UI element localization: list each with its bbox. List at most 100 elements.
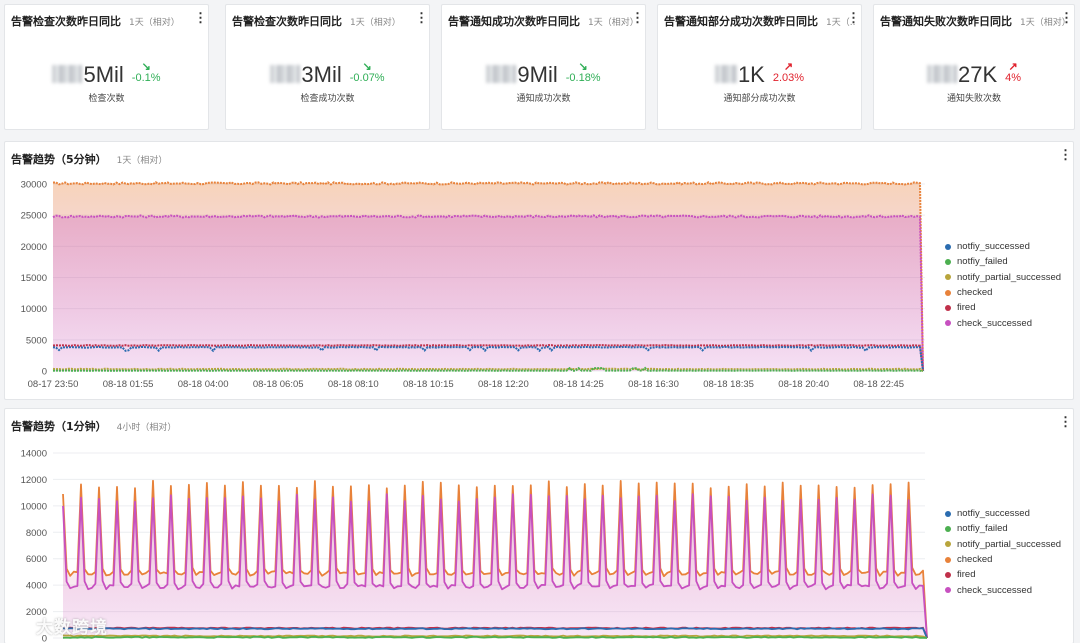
x-tick-label: 08-18 10:15 xyxy=(403,379,454,390)
legend-item-notfiy_failed[interactable]: notfiy_failed xyxy=(945,521,1061,536)
x-tick-label: 08-18 06:05 xyxy=(253,379,304,390)
alert-trend-1min-panel: 告警趋势（1分钟） 4小时（相对） ⋮ 0 2000 4000 6000 8000 1000… xyxy=(4,408,1074,643)
card-header: 告警检查次数昨日同比 1天（相对） xyxy=(11,12,202,30)
legend-item-fired[interactable]: fired xyxy=(945,300,1061,315)
x-tick-label: 08-18 14:25 xyxy=(553,379,604,390)
stat-card-notify-failed: 告警通知失败次数昨日同比 1天（相对） ⋮ 27K ↗ 4% 通知失败次数 xyxy=(873,4,1075,130)
y-tick-label: 15000 xyxy=(21,273,47,284)
card-header: 告警通知部分成功次数昨日同比1天（... xyxy=(664,12,855,30)
legend-label: checked xyxy=(957,287,993,299)
stat-label: 检查次数 xyxy=(88,94,125,104)
redacted-digits xyxy=(714,65,737,83)
redacted-digits xyxy=(270,65,301,83)
card-range: 1天（相对） xyxy=(350,18,401,28)
y-tick-label: 5000 xyxy=(26,335,47,346)
legend-item-notify_partial_successed[interactable]: notify_partial_successed xyxy=(945,270,1061,285)
watermark-text: 大数跨境 xyxy=(36,617,108,638)
stat-value: 9Mil xyxy=(486,61,558,89)
legend-label: notfiy_successed xyxy=(957,241,1030,253)
legend-item-check_successed[interactable]: check_successed xyxy=(945,315,1061,330)
legend-label: notfiy_successed xyxy=(957,508,1030,520)
stat-label: 检查成功次数 xyxy=(300,94,355,104)
legend-label: notfiy_failed xyxy=(957,256,1008,268)
y-tick-label: 4000 xyxy=(26,581,47,592)
alert-trend-5min-panel: 告警趋势（5分钟） 1天（相对） ⋮ 0 5000 10000 15000 20000 25… xyxy=(4,141,1074,400)
y-tick-label: 12000 xyxy=(21,475,47,486)
stat-value: 3Mil xyxy=(270,61,342,89)
legend-label: fired xyxy=(957,302,976,314)
x-tick-label: 08-17 23:50 xyxy=(28,379,79,390)
legend-label: check_successed xyxy=(957,584,1032,596)
card-header: 告警通知失败次数昨日同比 1天（相对） xyxy=(880,12,1068,30)
legend-marker xyxy=(945,571,951,578)
legend-item-checked[interactable]: checked xyxy=(945,552,1061,567)
legend-marker xyxy=(945,541,951,548)
stat-value: 27K xyxy=(926,61,997,89)
x-tick-label: 08-18 08:10 xyxy=(328,379,379,390)
legend-marker xyxy=(945,320,951,327)
x-tick-label: 08-18 01:55 xyxy=(103,379,154,390)
redacted-digits xyxy=(52,65,83,83)
card-header: 告警通知成功次数昨日同比 1天（相对） xyxy=(448,12,639,30)
legend-item-fired[interactable]: fired xyxy=(945,567,1061,582)
legend-item-checked[interactable]: checked xyxy=(945,285,1061,300)
legend-label: checked xyxy=(957,554,993,566)
legend-label: notify_partial_successed xyxy=(957,538,1062,550)
x-tick-label: 08-18 12:20 xyxy=(478,379,529,390)
y-tick-label: 10000 xyxy=(21,304,47,315)
legend-marker xyxy=(945,289,951,296)
legend-item-notfiy_successed[interactable]: notfiy_successed xyxy=(945,239,1061,254)
x-tick-label: 08-18 18:35 xyxy=(703,379,754,390)
more-options-icon[interactable]: ⋮ xyxy=(847,11,860,26)
card-title: 告警通知失败次数昨日同比 xyxy=(880,15,1012,28)
stat-main: 27K ↗ 4% xyxy=(874,61,1074,93)
legend-label: notify_partial_successed xyxy=(957,271,1062,283)
legend-item-check_successed[interactable]: check_successed xyxy=(945,582,1061,597)
trend-chart-1min: 02000400060008000100001200014000 xyxy=(21,449,928,643)
legend-marker xyxy=(945,258,951,265)
stat-label: 通知失败次数 xyxy=(946,94,1001,104)
stat-value: 1K xyxy=(714,61,765,89)
stat-change: ↗ 2.03% xyxy=(772,61,805,84)
y-tick-label: 8000 xyxy=(26,528,47,539)
stat-label: 通知部分成功次数 xyxy=(723,94,796,104)
stat-change: ↘ -0.07% xyxy=(349,61,385,84)
legend-item-notfiy_failed[interactable]: notfiy_failed xyxy=(945,254,1061,269)
series-line-notfiy_failed[interactable] xyxy=(62,635,928,639)
watermark: 大数跨境 xyxy=(6,610,108,640)
stat-main: 1K ↗ 2.03% xyxy=(658,61,861,93)
card-title: 告警检查次数昨日同比 xyxy=(11,15,121,28)
stat-label: 通知成功次数 xyxy=(516,94,571,104)
stat-card-notify-partial: 告警通知部分成功次数昨日同比1天（... ⋮ 1K ↗2.03% 通知部分成功次… xyxy=(657,4,862,130)
stat-change: ↘ -0.18% xyxy=(565,61,601,84)
more-options-icon[interactable]: ⋮ xyxy=(1060,11,1073,26)
redacted-digits xyxy=(486,65,517,83)
legend-marker xyxy=(945,525,951,532)
legend-marker xyxy=(945,304,951,311)
x-tick-label: 08-18 20:40 xyxy=(778,379,829,390)
watermark-logo-icon xyxy=(6,617,32,633)
legend-label: fired xyxy=(957,569,976,581)
card-title: 告警通知部分成功次数昨日同比 xyxy=(664,15,818,28)
y-tick-label: 20000 xyxy=(21,242,47,253)
legend-label: check_successed xyxy=(957,317,1032,329)
redacted-digits xyxy=(926,65,957,83)
more-options-icon[interactable]: ⋮ xyxy=(194,11,207,26)
x-tick-label: 08-18 04:00 xyxy=(178,379,229,390)
y-tick-label: 10000 xyxy=(21,501,47,512)
stat-card-check-success: 告警检查次数昨日同比 1天（相对） ⋮ 3Mil ↘ -0.07% 检查成功次数 xyxy=(225,4,430,130)
stat-main: 5Mil ↘ -0.1% xyxy=(5,61,208,93)
legend-item-notify_partial_successed[interactable]: notify_partial_successed xyxy=(945,537,1061,552)
stat-main: 9Mil ↘ -0.18% xyxy=(442,61,645,93)
y-tick-label: 25000 xyxy=(21,211,47,222)
chart-legend: notfiy_successed notfiy_failed notify_part… xyxy=(945,506,1061,598)
chart-legend: notfiy_successed notfiy_failed notify_part… xyxy=(945,239,1061,331)
more-options-icon[interactable]: ⋮ xyxy=(631,11,644,26)
y-tick-label: 30000 xyxy=(21,180,47,191)
more-options-icon[interactable]: ⋮ xyxy=(415,11,428,26)
stat-main: 3Mil ↘ -0.07% xyxy=(226,61,429,93)
stat-change: ↗ 4% xyxy=(1005,61,1022,84)
card-title: 告警通知成功次数昨日同比 xyxy=(448,15,580,28)
legend-item-notfiy_successed[interactable]: notfiy_successed xyxy=(945,506,1061,521)
card-title: 告警检查次数昨日同比 xyxy=(232,15,342,28)
